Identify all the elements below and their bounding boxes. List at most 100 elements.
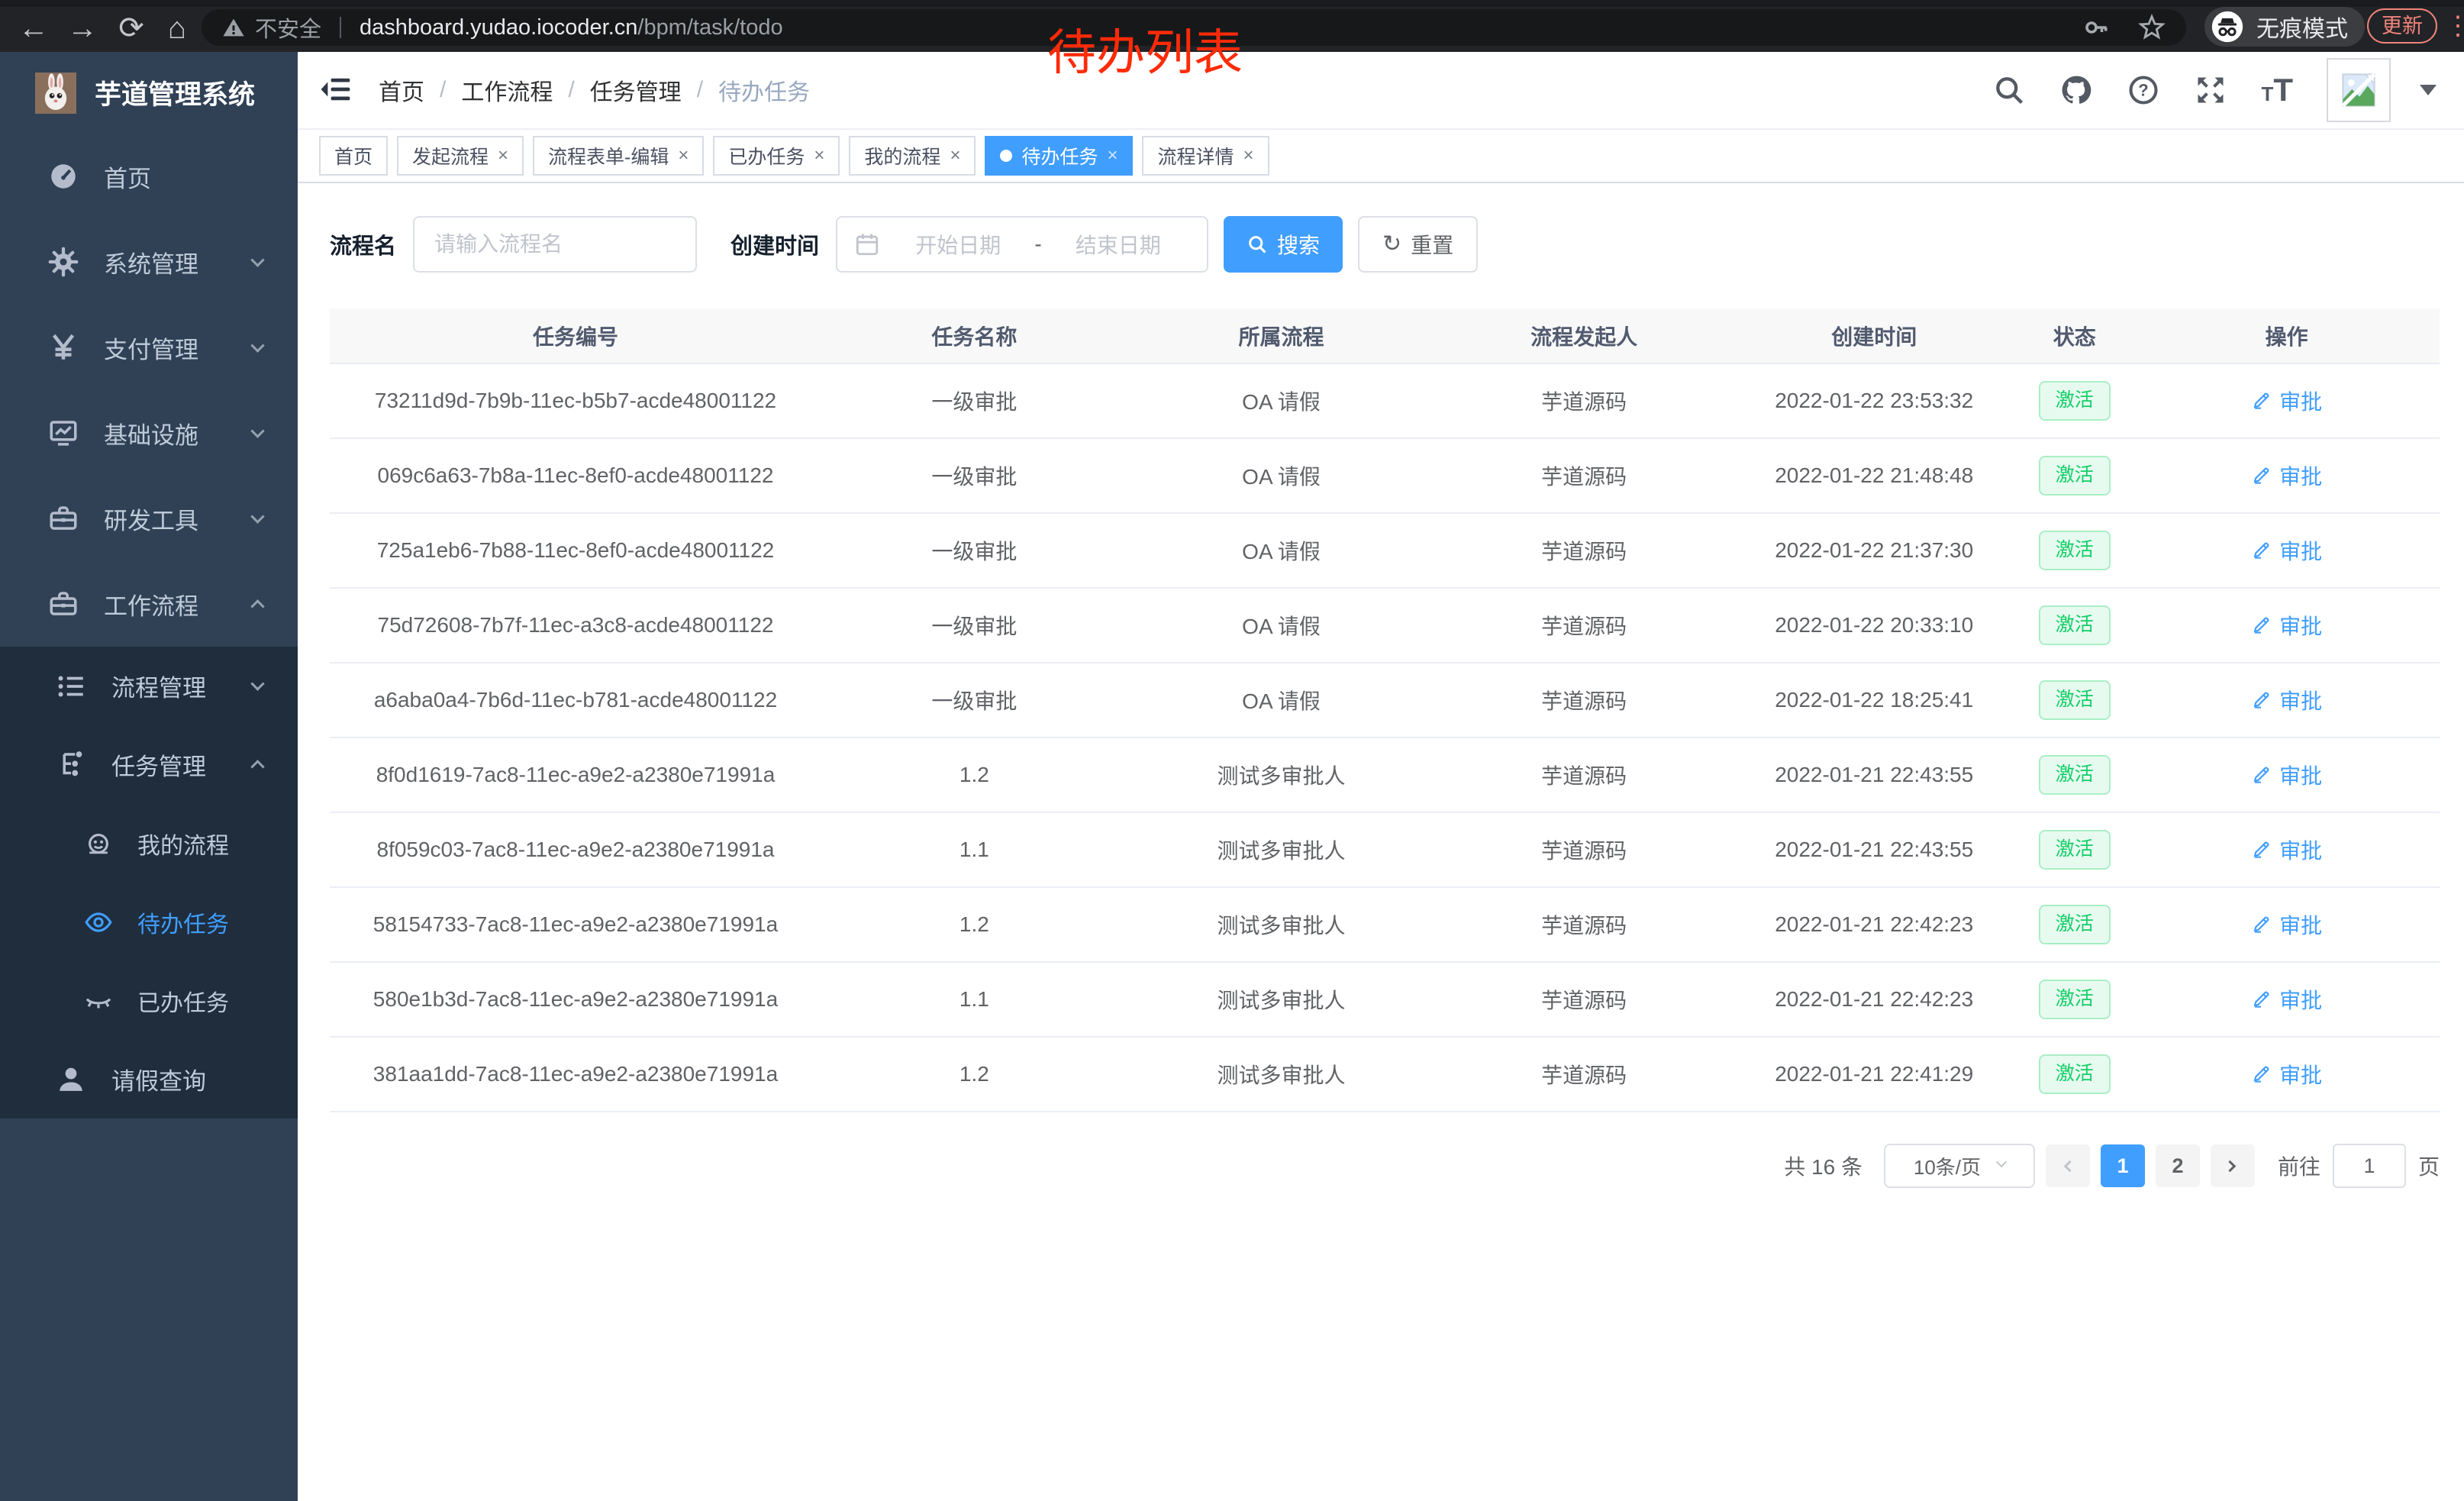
forward-icon[interactable]: → — [61, 7, 104, 52]
next-page-button[interactable] — [2211, 1144, 2255, 1187]
sidebar-item-label: 流程管理 — [111, 669, 206, 703]
tab-首页[interactable]: 首页 — [319, 136, 388, 176]
sidebar-item-label: 请假查询 — [111, 1062, 206, 1096]
sidebar-item-流程管理[interactable]: 流程管理 — [0, 647, 298, 725]
update-button[interactable]: 更新 — [2367, 8, 2437, 44]
table-cell-action: 审批 — [2133, 513, 2440, 588]
list-icon — [55, 670, 87, 702]
column-header-所属流程: 所属流程 — [1127, 308, 1436, 363]
github-icon[interactable] — [2059, 73, 2093, 107]
browser-menu-icon[interactable]: ⋮ — [2445, 8, 2464, 44]
toolbox-icon — [47, 502, 79, 534]
process-name-input-box[interactable] — [413, 216, 697, 273]
status-badge: 激活 — [2039, 980, 2111, 1019]
sidebar-item-基础设施[interactable]: 基础设施 — [0, 390, 298, 476]
sidebar: 芋道管理系统 首页系统管理支付管理基础设施研发工具工作流程流程管理任务管理我的流… — [0, 52, 298, 1501]
approve-link[interactable]: 审批 — [2251, 834, 2322, 865]
table-row: 58154733-7ac8-11ec-a9e2-a2380e71991a1.2测… — [330, 887, 2440, 962]
table-cell: 芋道源码 — [1435, 887, 1733, 962]
key-icon[interactable] — [2082, 14, 2110, 41]
sidebar-item-系统管理[interactable]: 系统管理 — [0, 219, 298, 305]
star-icon[interactable] — [2137, 13, 2166, 42]
close-icon[interactable]: × — [1243, 145, 1254, 166]
help-icon[interactable]: ? — [2127, 73, 2160, 107]
status-badge: 激活 — [2039, 605, 2111, 645]
approve-link[interactable]: 审批 — [2251, 685, 2322, 715]
breadcrumb-home[interactable]: 首页 — [379, 73, 424, 107]
table-cell: 1.2 — [821, 1037, 1127, 1112]
sidebar-item-支付管理[interactable]: 支付管理 — [0, 305, 298, 390]
close-icon[interactable]: × — [498, 145, 508, 166]
tab-流程表单-编辑[interactable]: 流程表单-编辑× — [533, 136, 704, 176]
approve-link[interactable]: 审批 — [2251, 984, 2322, 1015]
search-button[interactable]: 搜索 — [1224, 216, 1343, 273]
table-cell: 芋道源码 — [1435, 588, 1733, 663]
reload-icon[interactable]: ⟳ — [110, 7, 153, 52]
table-cell: 一级审批 — [821, 438, 1127, 513]
sidebar-item-label: 工作流程 — [104, 587, 198, 621]
warning-icon — [221, 15, 246, 40]
sidebar-item-已办任务[interactable]: 已办任务 — [0, 961, 298, 1040]
table-cell: 2022-01-21 22:42:23 — [1733, 887, 2015, 962]
tab-流程详情[interactable]: 流程详情× — [1142, 136, 1269, 176]
breadcrumb-workflow[interactable]: 工作流程 — [461, 73, 553, 107]
table-cell: 芋道源码 — [1435, 363, 1733, 438]
fullscreen-icon[interactable] — [2194, 73, 2227, 107]
url-host: dashboard.yudao.iocoder.cn — [360, 15, 637, 40]
avatar[interactable] — [2327, 58, 2391, 122]
table-row: a6aba0a4-7b6d-11ec-b781-acde48001122一级审批… — [330, 663, 2440, 738]
approve-link[interactable]: 审批 — [2251, 1059, 2322, 1089]
close-icon[interactable]: × — [950, 145, 960, 166]
prev-page-button[interactable] — [2046, 1144, 2090, 1187]
date-range-picker[interactable]: 开始日期 - 结束日期 — [836, 216, 1208, 273]
active-tab-dot — [1000, 150, 1012, 162]
status-badge: 激活 — [2039, 531, 2111, 570]
screen: ← → ⟳ ⌂ 不安全 dashboard.yudao.iocoder.cn/b… — [0, 0, 2464, 1501]
status-badge: 激活 — [2039, 755, 2111, 795]
approve-link[interactable]: 审批 — [2251, 760, 2322, 790]
sidebar-item-研发工具[interactable]: 研发工具 — [0, 476, 298, 561]
page-size-select[interactable]: 10条/页 — [1884, 1144, 2035, 1188]
sidebar-item-工作流程[interactable]: 工作流程 — [0, 561, 298, 647]
page-button-1[interactable]: 1 — [2101, 1144, 2145, 1187]
page-button-2[interactable]: 2 — [2156, 1144, 2200, 1187]
sidebar-toggle-icon[interactable] — [319, 73, 353, 106]
tab-待办任务[interactable]: 待办任务× — [985, 136, 1133, 176]
approve-link[interactable]: 审批 — [2251, 610, 2322, 641]
sidebar-item-待办任务[interactable]: 待办任务 — [0, 883, 298, 961]
table-cell: OA 请假 — [1127, 513, 1436, 588]
close-icon[interactable]: × — [814, 145, 824, 166]
process-name-input[interactable] — [434, 232, 676, 257]
sidebar-item-label: 系统管理 — [104, 245, 198, 279]
approve-link[interactable]: 审批 — [2251, 535, 2322, 566]
tab-发起流程[interactable]: 发起流程× — [397, 136, 524, 176]
start-date-placeholder[interactable]: 开始日期 — [886, 229, 1030, 260]
approve-link[interactable]: 审批 — [2251, 909, 2322, 940]
tab-已办任务[interactable]: 已办任务× — [713, 136, 840, 176]
approve-link[interactable]: 审批 — [2251, 386, 2322, 416]
close-icon[interactable]: × — [678, 145, 689, 166]
create-time-label: 创建时间 — [730, 228, 819, 260]
sidebar-item-首页[interactable]: 首页 — [0, 134, 298, 219]
search-icon[interactable] — [1992, 73, 2026, 107]
avatar-dropdown-icon[interactable] — [2420, 85, 2437, 95]
tab-我的流程[interactable]: 我的流程× — [849, 136, 976, 176]
status-badge: 激活 — [2039, 1054, 2111, 1094]
approve-link[interactable]: 审批 — [2251, 460, 2322, 491]
reset-button[interactable]: ↻ 重置 — [1358, 216, 1478, 273]
sidebar-item-请假查询[interactable]: 请假查询 — [0, 1040, 298, 1118]
end-date-placeholder[interactable]: 结束日期 — [1047, 229, 1190, 260]
breadcrumb-task-mgmt[interactable]: 任务管理 — [590, 73, 682, 107]
sidebar-item-我的流程[interactable]: 我的流程 — [0, 804, 298, 883]
font-size-icon[interactable]: TT — [2261, 74, 2293, 106]
table-cell-action: 审批 — [2133, 1037, 2440, 1112]
home-icon[interactable]: ⌂ — [156, 7, 198, 52]
app-logo[interactable]: 芋道管理系统 — [0, 52, 298, 134]
sidebar-item-任务管理[interactable]: 任务管理 — [0, 725, 298, 804]
close-icon[interactable]: × — [1107, 145, 1118, 166]
table-cell: 069c6a63-7b8a-11ec-8ef0-acde48001122 — [330, 438, 821, 513]
table-cell: 58154733-7ac8-11ec-a9e2-a2380e71991a — [330, 887, 821, 962]
page-buttons: 12 — [2090, 1144, 2200, 1187]
back-icon[interactable]: ← — [12, 7, 55, 52]
goto-page-input[interactable] — [2333, 1144, 2406, 1188]
